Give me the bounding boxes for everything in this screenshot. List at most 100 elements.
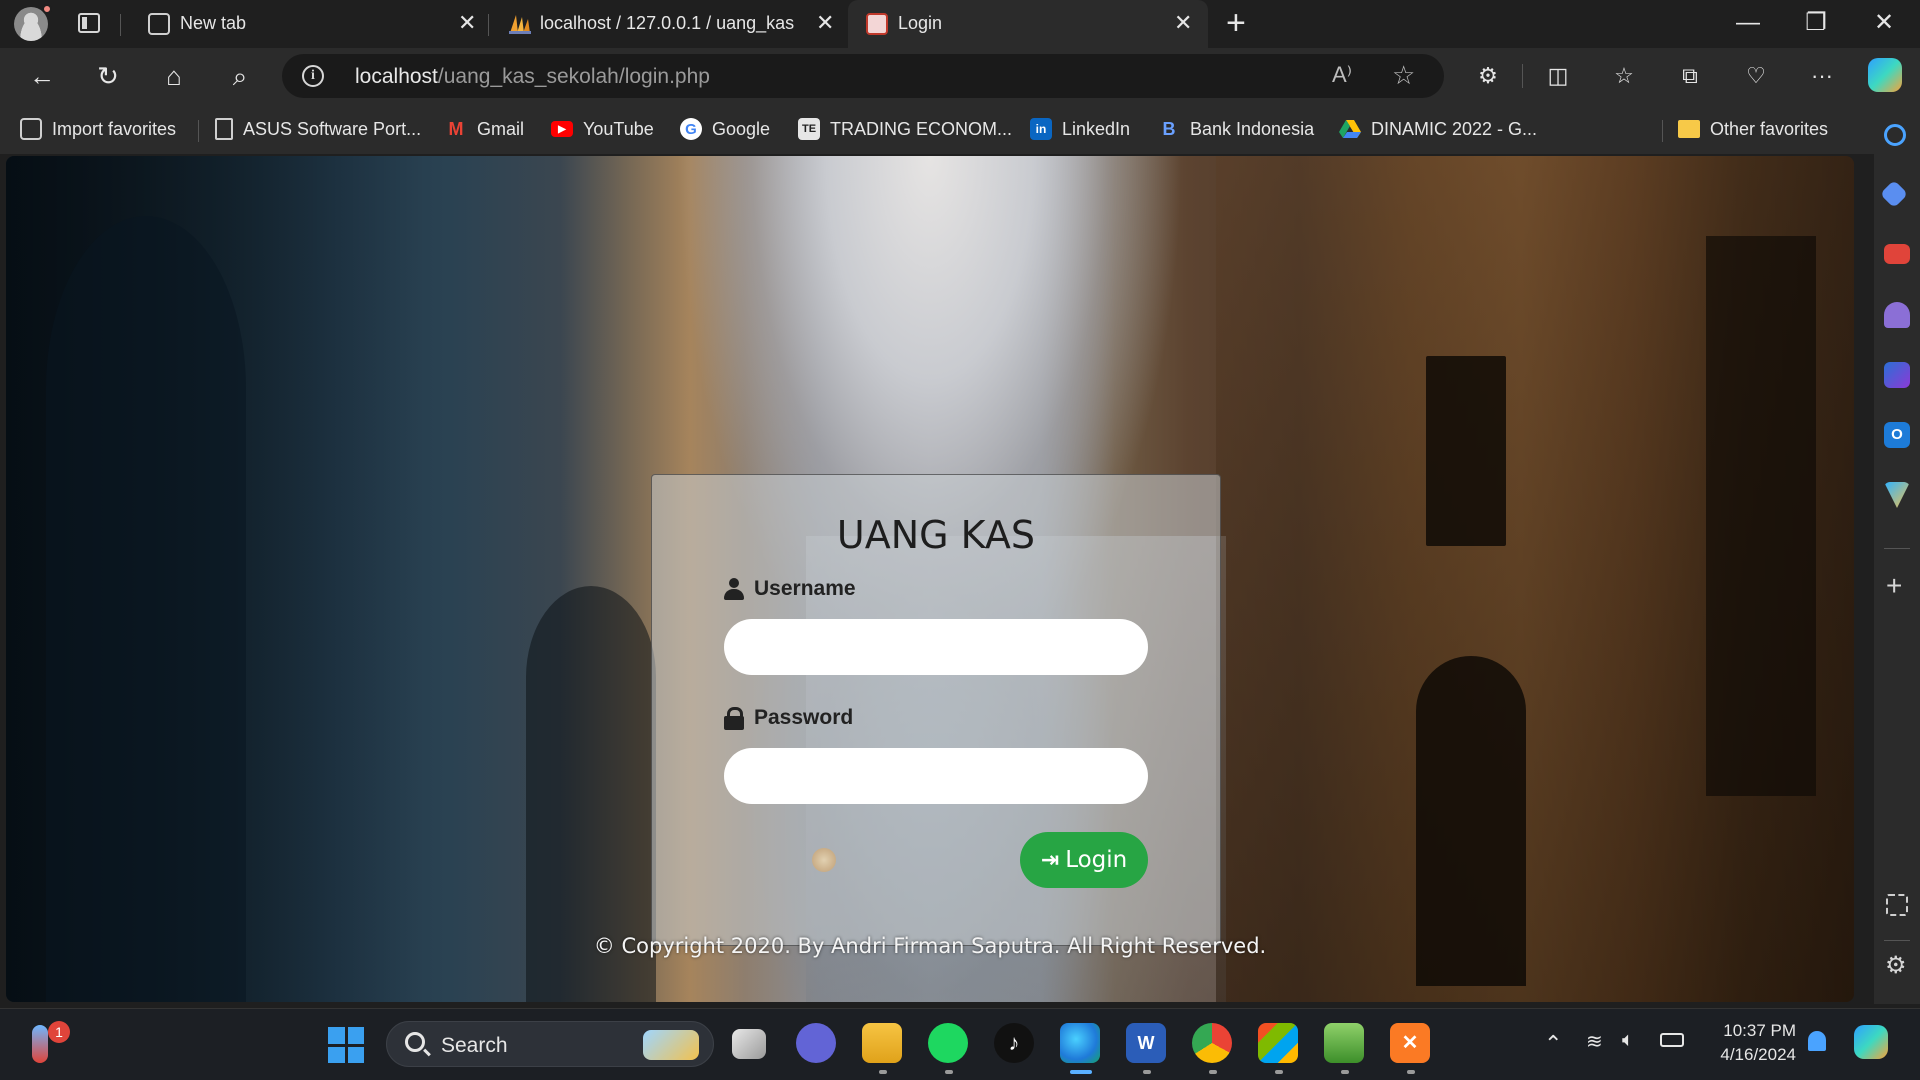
fav-other-favorites[interactable]: Other favorites (1678, 116, 1828, 142)
tab-label: Login (898, 13, 943, 33)
fav-dinamic[interactable]: DINAMIC 2022 - G... (1339, 116, 1537, 142)
refresh-button[interactable]: ↻ (90, 58, 126, 94)
taskbar-search[interactable]: Search (386, 1021, 714, 1067)
login-card: UANG KAS Username Password ⇥ Login (651, 474, 1221, 946)
tab-phpmyadmin[interactable]: localhost / 127.0.0.1 / uang_kas / ✕ (490, 0, 845, 48)
screenshot-icon[interactable] (1886, 894, 1908, 916)
lock-icon (724, 707, 744, 730)
fav-label: DINAMIC 2022 - G... (1371, 118, 1538, 139)
fav-bank-indonesia[interactable]: B Bank Indonesia (1158, 116, 1315, 142)
sidebar-settings-icon[interactable]: ⚙ (1885, 954, 1907, 978)
tradingeconomics-icon: TE (798, 118, 820, 140)
tab-new-tab[interactable]: New tab ✕ (130, 0, 485, 48)
running-indicator (879, 1070, 887, 1074)
back-button[interactable]: ← (24, 58, 60, 94)
chrome-icon[interactable] (1192, 1023, 1232, 1063)
add-sidebar-app-icon[interactable]: + (1886, 572, 1902, 600)
collections-icon[interactable]: ⧉ (1672, 58, 1708, 94)
fav-label: TRADING ECONOM... (830, 118, 1013, 139)
new-tab-button[interactable]: + (1226, 6, 1246, 40)
running-indicator (1341, 1070, 1349, 1074)
tab-actions-icon[interactable] (78, 13, 100, 33)
bank-indonesia-icon: B (1162, 118, 1176, 139)
title-bar: New tab ✕ localhost / 127.0.0.1 / uang_k… (0, 0, 1920, 48)
xampp-icon[interactable]: ✕ (1390, 1023, 1430, 1063)
favorites-icon[interactable]: ☆ (1606, 58, 1642, 94)
windows-taskbar: 1 Search ♪ W ✕ ⌃ ≋ 🔈︎ 10:37 PM 4/16/2024 (0, 1008, 1920, 1080)
word-icon[interactable]: W (1126, 1023, 1166, 1063)
spotify-icon[interactable] (928, 1023, 968, 1063)
teams-icon[interactable] (796, 1023, 836, 1063)
fav-label: YouTube (583, 118, 654, 139)
close-window-button[interactable]: ✕ (1864, 8, 1904, 38)
start-icon[interactable] (328, 1027, 364, 1063)
fav-label: Import favorites (52, 118, 177, 139)
wifi-icon[interactable]: ≋ (1586, 1029, 1603, 1054)
store-icon[interactable] (1258, 1023, 1298, 1063)
fav-import-favorites[interactable]: Import favorites (20, 116, 176, 142)
browser-essentials-icon[interactable]: ♡ (1738, 58, 1774, 94)
password-input[interactable] (724, 748, 1148, 804)
minimize-button[interactable]: — (1728, 8, 1768, 38)
notifications-bell-icon[interactable] (1808, 1031, 1826, 1051)
volume-icon[interactable]: 🔈︎ (1622, 1029, 1634, 1052)
youtube-icon: ▶ (551, 121, 573, 137)
restore-button[interactable]: ❐ (1796, 8, 1836, 38)
toolbar-separator (1522, 64, 1523, 88)
site-favicon-icon (866, 13, 888, 35)
fav-trading-economics[interactable]: TE TRADING ECONOM... (798, 116, 1012, 142)
tab-close-icon[interactable]: ✕ (816, 10, 834, 36)
username-input[interactable] (724, 619, 1148, 675)
tiktok-icon[interactable]: ♪ (994, 1023, 1034, 1063)
profile-notification-dot (42, 4, 52, 14)
tab-separator (488, 14, 489, 36)
tab-separator (120, 14, 121, 36)
search-icon[interactable]: ⌕ (222, 58, 258, 94)
running-indicator (945, 1070, 953, 1074)
battery-icon[interactable] (1660, 1033, 1684, 1047)
fav-linkedin[interactable]: in LinkedIn (1030, 116, 1130, 142)
games-icon[interactable] (1884, 302, 1910, 328)
home-button[interactable]: ⌂ (156, 58, 192, 94)
task-view-icon[interactable] (732, 1029, 766, 1059)
fav-google[interactable]: G Google (680, 116, 770, 142)
chevron-up-icon[interactable]: ⌃ (1544, 1031, 1562, 1057)
drop-icon[interactable] (1884, 482, 1910, 508)
clock-time[interactable]: 10:37 PM (1690, 1021, 1796, 1041)
copilot-taskbar-icon[interactable] (1854, 1025, 1888, 1059)
fav-label: Gmail (477, 118, 525, 139)
notepad-icon[interactable] (1324, 1023, 1364, 1063)
weather-widget-icon[interactable] (32, 1025, 48, 1063)
outlook-icon[interactable]: O (1884, 422, 1910, 448)
edge-sidebar: O + ⚙ (1874, 104, 1920, 1004)
login-button[interactable]: ⇥ Login (1020, 832, 1148, 888)
microsoft-365-icon[interactable] (1884, 362, 1910, 388)
search-icon[interactable] (1884, 124, 1906, 146)
site-info-icon[interactable]: i (302, 65, 324, 87)
edge-icon[interactable] (1060, 1023, 1100, 1063)
tab-close-icon[interactable]: ✕ (1174, 10, 1192, 36)
more-options-icon[interactable]: ··· (1804, 58, 1840, 94)
background-window (1426, 356, 1506, 546)
fav-gmail[interactable]: M Gmail (445, 116, 525, 142)
tab-close-icon[interactable]: ✕ (458, 10, 476, 36)
clock-date[interactable]: 4/16/2024 (1690, 1045, 1796, 1065)
sidebar-separator (1884, 940, 1910, 941)
split-screen-icon[interactable]: ◫ (1540, 58, 1576, 94)
explorer-icon[interactable] (862, 1023, 902, 1063)
password-label-text: Password (754, 706, 854, 729)
favorite-star-icon[interactable]: ☆ (1392, 60, 1415, 91)
search-highlight-icon (643, 1030, 699, 1060)
tab-login[interactable]: Login ✕ (848, 0, 1208, 48)
extensions-icon[interactable]: ⚙ (1470, 58, 1506, 94)
fav-asus-software[interactable]: ASUS Software Port... (215, 116, 421, 142)
shopping-tag-icon[interactable] (1879, 179, 1909, 209)
url-text[interactable]: localhost/uang_kas_sekolah/login.php (355, 65, 710, 89)
fav-youtube[interactable]: ▶ YouTube (551, 116, 654, 142)
tools-icon[interactable] (1884, 244, 1910, 264)
fav-label: ASUS Software Port... (243, 118, 422, 139)
copilot-icon[interactable] (1868, 58, 1902, 92)
read-aloud-icon[interactable]: A⁾ (1332, 62, 1352, 88)
address-bar[interactable]: i localhost/uang_kas_sekolah/login.php A… (282, 54, 1444, 98)
url-host: localhost (355, 65, 438, 88)
